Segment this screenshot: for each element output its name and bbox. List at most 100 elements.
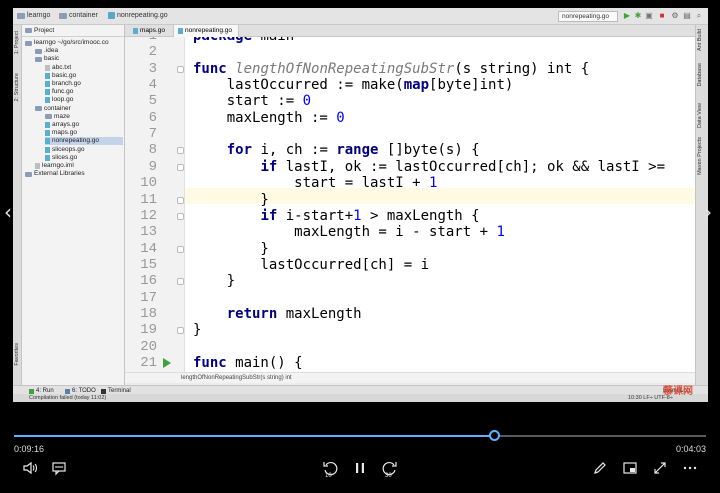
run-gutter-icon[interactable] xyxy=(163,358,171,368)
settings-icon[interactable]: ⚙ xyxy=(671,12,679,20)
function-breadcrumb[interactable]: lengthOfNonRepeatingSubStr(s string) int xyxy=(125,372,695,383)
tree-item[interactable]: abc.txt xyxy=(45,64,123,72)
code-line[interactable]: package main xyxy=(193,37,294,44)
code-line[interactable]: func lengthOfNonRepeatingSubStr(s string… xyxy=(193,61,589,77)
tree-item[interactable]: func.go xyxy=(45,88,123,96)
line-number[interactable]: 15 xyxy=(125,257,157,273)
edit-button[interactable] xyxy=(590,460,610,480)
tree-item[interactable]: basic.go xyxy=(45,72,123,80)
database-tool-button[interactable]: Database xyxy=(697,63,703,87)
maven-projects-tool-button[interactable]: Maven Projects xyxy=(697,137,703,175)
line-number[interactable]: 4 xyxy=(125,77,157,93)
line-number[interactable]: 2 xyxy=(125,44,157,60)
code-line[interactable]: lastOccurred := make(map[byte]int) xyxy=(193,77,514,93)
volume-button[interactable] xyxy=(20,460,40,480)
code-editor[interactable]: 123456789101112131415161718192021 packag… xyxy=(125,37,695,372)
line-number[interactable]: 18 xyxy=(125,306,157,322)
fold-marker-icon[interactable] xyxy=(177,65,184,73)
fold-marker-icon[interactable] xyxy=(177,196,184,204)
next-arrow-icon[interactable]: › xyxy=(704,200,712,224)
line-number[interactable]: 10 xyxy=(125,175,157,191)
line-number[interactable]: 19 xyxy=(125,322,157,338)
code-line[interactable]: start := 0 xyxy=(193,93,311,109)
structure-tool-button[interactable]: 2: Structure xyxy=(14,73,20,101)
breadcrumb-folder[interactable]: container xyxy=(59,12,98,19)
tree-item[interactable]: learngo.iml xyxy=(35,162,123,170)
tree-item[interactable]: container xyxy=(35,105,123,113)
pause-button[interactable] xyxy=(350,460,370,480)
fold-marker-icon[interactable] xyxy=(177,147,184,155)
favorites-tool-button[interactable]: Favorites xyxy=(14,343,20,366)
run-config-select[interactable]: nonrepeating.go xyxy=(558,11,618,22)
breadcrumb-project[interactable]: learngo xyxy=(17,12,50,19)
breadcrumb-file[interactable]: nonrepeating.go xyxy=(108,12,168,19)
tree-item[interactable]: maps.go xyxy=(45,129,123,137)
code-line[interactable]: } xyxy=(193,241,268,257)
debug-icon[interactable]: ✱ xyxy=(634,12,642,20)
tree-item[interactable]: learngo ~/go/src/imooc.co xyxy=(25,39,123,47)
search-icon[interactable]: ⌕ xyxy=(695,12,703,20)
line-number[interactable]: 20 xyxy=(125,339,157,355)
line-number[interactable]: 9 xyxy=(125,159,157,175)
line-number[interactable]: 17 xyxy=(125,290,157,306)
data-view-tool-button[interactable]: Data View xyxy=(697,103,703,128)
code-line[interactable]: } xyxy=(193,192,268,208)
code-line[interactable]: if i-start+1 > maxLength { xyxy=(193,208,479,224)
tab-maps-go[interactable]: maps.go xyxy=(129,25,171,37)
skip-back-button[interactable]: 10 xyxy=(320,460,340,480)
code-line[interactable]: lastOccurred[ch] = i xyxy=(193,257,429,273)
captions-button[interactable] xyxy=(49,460,69,480)
skip-forward-button[interactable]: 30 xyxy=(380,460,400,480)
fold-marker-icon[interactable] xyxy=(177,278,184,286)
tab-nonrepeating-go[interactable]: nonrepeating.go xyxy=(173,25,239,37)
code-line[interactable]: return maxLength xyxy=(193,306,362,322)
video-frame[interactable]: learngo container nonrepeating.go nonrep… xyxy=(0,0,720,410)
line-number[interactable]: 16 xyxy=(125,273,157,289)
code-line[interactable]: func main() { xyxy=(193,355,303,371)
coverage-icon[interactable]: ▣ xyxy=(645,12,653,20)
tree-item[interactable]: External Libraries xyxy=(25,170,123,178)
code-line[interactable]: start = lastI + 1 xyxy=(193,175,437,191)
code-line[interactable]: maxLength := 0 xyxy=(193,110,345,126)
line-number[interactable]: 14 xyxy=(125,241,157,257)
code-line[interactable]: if lastI, ok := lastOccurred[ch]; ok && … xyxy=(193,159,665,175)
fold-marker-icon[interactable] xyxy=(177,212,184,220)
project-tool-button[interactable]: 1: Project xyxy=(14,31,20,54)
tree-item[interactable]: .idea xyxy=(35,47,123,55)
fold-marker-icon[interactable] xyxy=(177,327,184,335)
fold-marker-icon[interactable] xyxy=(177,163,184,171)
stop-icon[interactable]: ■ xyxy=(658,12,666,20)
code-line[interactable]: maxLength = i - start + 1 xyxy=(193,224,505,240)
tree-item[interactable]: sliceops.go xyxy=(45,146,123,154)
line-number[interactable]: 7 xyxy=(125,126,157,142)
code-line[interactable]: } xyxy=(193,273,235,289)
tree-item[interactable]: maze xyxy=(45,113,123,121)
fold-marker-icon[interactable] xyxy=(177,245,184,253)
more-options-button[interactable] xyxy=(680,460,700,480)
line-number[interactable]: 13 xyxy=(125,224,157,240)
line-number[interactable]: 6 xyxy=(125,110,157,126)
tree-item[interactable]: basic xyxy=(35,55,123,63)
run-icon[interactable]: ▶ xyxy=(623,12,631,20)
code-line[interactable]: } xyxy=(193,322,201,338)
tree-item[interactable]: nonrepeating.go xyxy=(45,137,123,146)
line-number[interactable]: 1 xyxy=(125,37,157,44)
line-number[interactable]: 21 xyxy=(125,355,157,371)
mini-view-button[interactable] xyxy=(620,460,640,480)
line-number[interactable]: 3 xyxy=(125,61,157,77)
tree-item[interactable]: arrays.go xyxy=(45,121,123,129)
line-number[interactable]: 8 xyxy=(125,142,157,158)
seek-handle[interactable] xyxy=(488,430,500,441)
seek-bar[interactable] xyxy=(14,430,706,441)
ant-build-tool-button[interactable]: Ant Build xyxy=(697,29,703,51)
tree-item[interactable]: loop.go xyxy=(45,96,123,104)
fullscreen-button[interactable] xyxy=(650,460,670,480)
tree-item[interactable]: slices.go xyxy=(45,154,123,162)
previous-arrow-icon[interactable]: ‹ xyxy=(4,200,12,224)
line-number[interactable]: 12 xyxy=(125,208,157,224)
structure-icon[interactable]: ▤ xyxy=(683,12,691,20)
line-number[interactable]: 11 xyxy=(125,192,157,208)
code-line[interactable]: for i, ch := range []byte(s) { xyxy=(193,142,480,158)
tree-item[interactable]: branch.go xyxy=(45,80,123,88)
line-number[interactable]: 5 xyxy=(125,93,157,109)
